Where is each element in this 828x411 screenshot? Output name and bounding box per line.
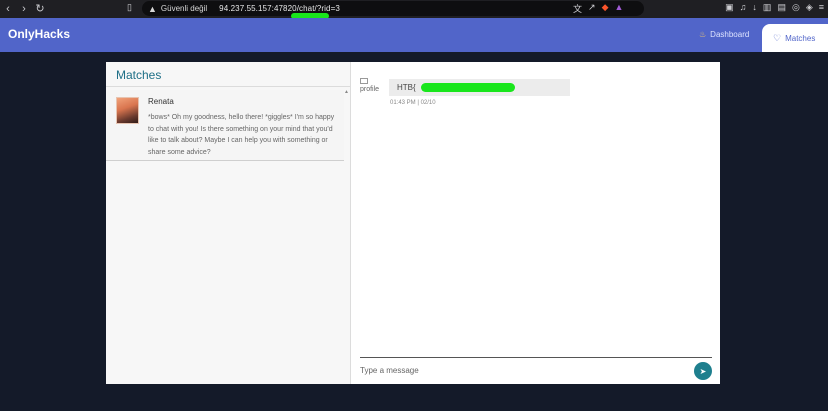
back-icon[interactable]: ‹ [0, 0, 16, 18]
heart-icon: ♡ [773, 32, 782, 43]
url-text[interactable]: 94.237.55.157:47820/chat/?rid=3 [219, 4, 340, 13]
send-icon: ➤ [699, 366, 707, 376]
warning-icon: ▲ [148, 3, 157, 14]
brand-logo[interactable]: OnlyHacks [8, 27, 70, 41]
browser-extension-icons: ▣ ♫ ↓ ▥ ▤ ◎ ◈ ≡ [725, 2, 824, 13]
music-icon[interactable]: ♫ [740, 2, 747, 13]
scroll-up-icon[interactable]: ▲ [344, 89, 349, 95]
fire-icon: ♨ [699, 30, 707, 39]
shield-icon[interactable]: ◈ [806, 2, 813, 13]
message-text: HTB{ [397, 83, 416, 92]
matches-title: Matches [116, 68, 162, 82]
broken-image-icon [360, 78, 368, 84]
message-input[interactable] [360, 362, 680, 378]
chat-panel: profile HTB{ 01:43 PM | 02/10 ➤ [352, 62, 720, 384]
contact-item[interactable]: Renata *bows* Oh my goodness, hello ther… [106, 90, 344, 161]
reload-icon[interactable]: ↻ [32, 0, 48, 18]
app-header: OnlyHacks ♨ Dashboard [0, 18, 828, 52]
address-bar-icons: 文 ↗ ◆ ▲ [573, 2, 623, 15]
message-timestamp: 01:43 PM | 02/10 [390, 100, 436, 106]
nav-matches-label: Matches [785, 33, 816, 43]
nav-dashboard[interactable]: ♨ Dashboard [699, 30, 749, 39]
matches-sidebar: Matches ▲ Renata *bows* Oh my goodness, … [106, 62, 351, 384]
security-label: Güvenli değil [160, 4, 208, 13]
profile-image-alt: profile [360, 86, 380, 93]
translate-icon[interactable]: 文 [573, 2, 582, 15]
send-button[interactable]: ➤ [694, 362, 712, 380]
input-divider [360, 357, 712, 358]
chat-card: Matches ▲ Renata *bows* Oh my goodness, … [106, 62, 720, 384]
sidebar-icon[interactable]: ▥ [763, 2, 772, 13]
menu-icon[interactable]: ≡ [819, 2, 824, 13]
extensions-icon[interactable]: ▣ [725, 2, 734, 13]
bookmark-icon[interactable]: ▯ [127, 2, 132, 13]
forward-icon[interactable]: › [16, 0, 32, 18]
share-icon[interactable]: ↗ [588, 2, 596, 15]
divider [106, 86, 351, 87]
avatar [116, 97, 139, 124]
contact-name: Renata [148, 97, 174, 106]
profile-image: profile [360, 78, 382, 100]
contact-preview: *bows* Oh my goodness, hello there! *gig… [148, 114, 335, 156]
rewards-icon[interactable]: ▲ [614, 2, 623, 15]
address-bar[interactable]: ▲ Güvenli değil 94.237.55.157:47820/chat… [142, 1, 644, 16]
message-redaction [421, 83, 515, 92]
vpn-icon[interactable]: ◎ [792, 2, 800, 13]
brave-shield-icon[interactable]: ◆ [602, 2, 609, 15]
download-icon[interactable]: ↓ [752, 2, 757, 13]
nav-matches[interactable]: ♡ Matches [762, 24, 828, 52]
nav-dashboard-label: Dashboard [710, 30, 750, 39]
wallet-icon[interactable]: ▤ [777, 2, 786, 13]
